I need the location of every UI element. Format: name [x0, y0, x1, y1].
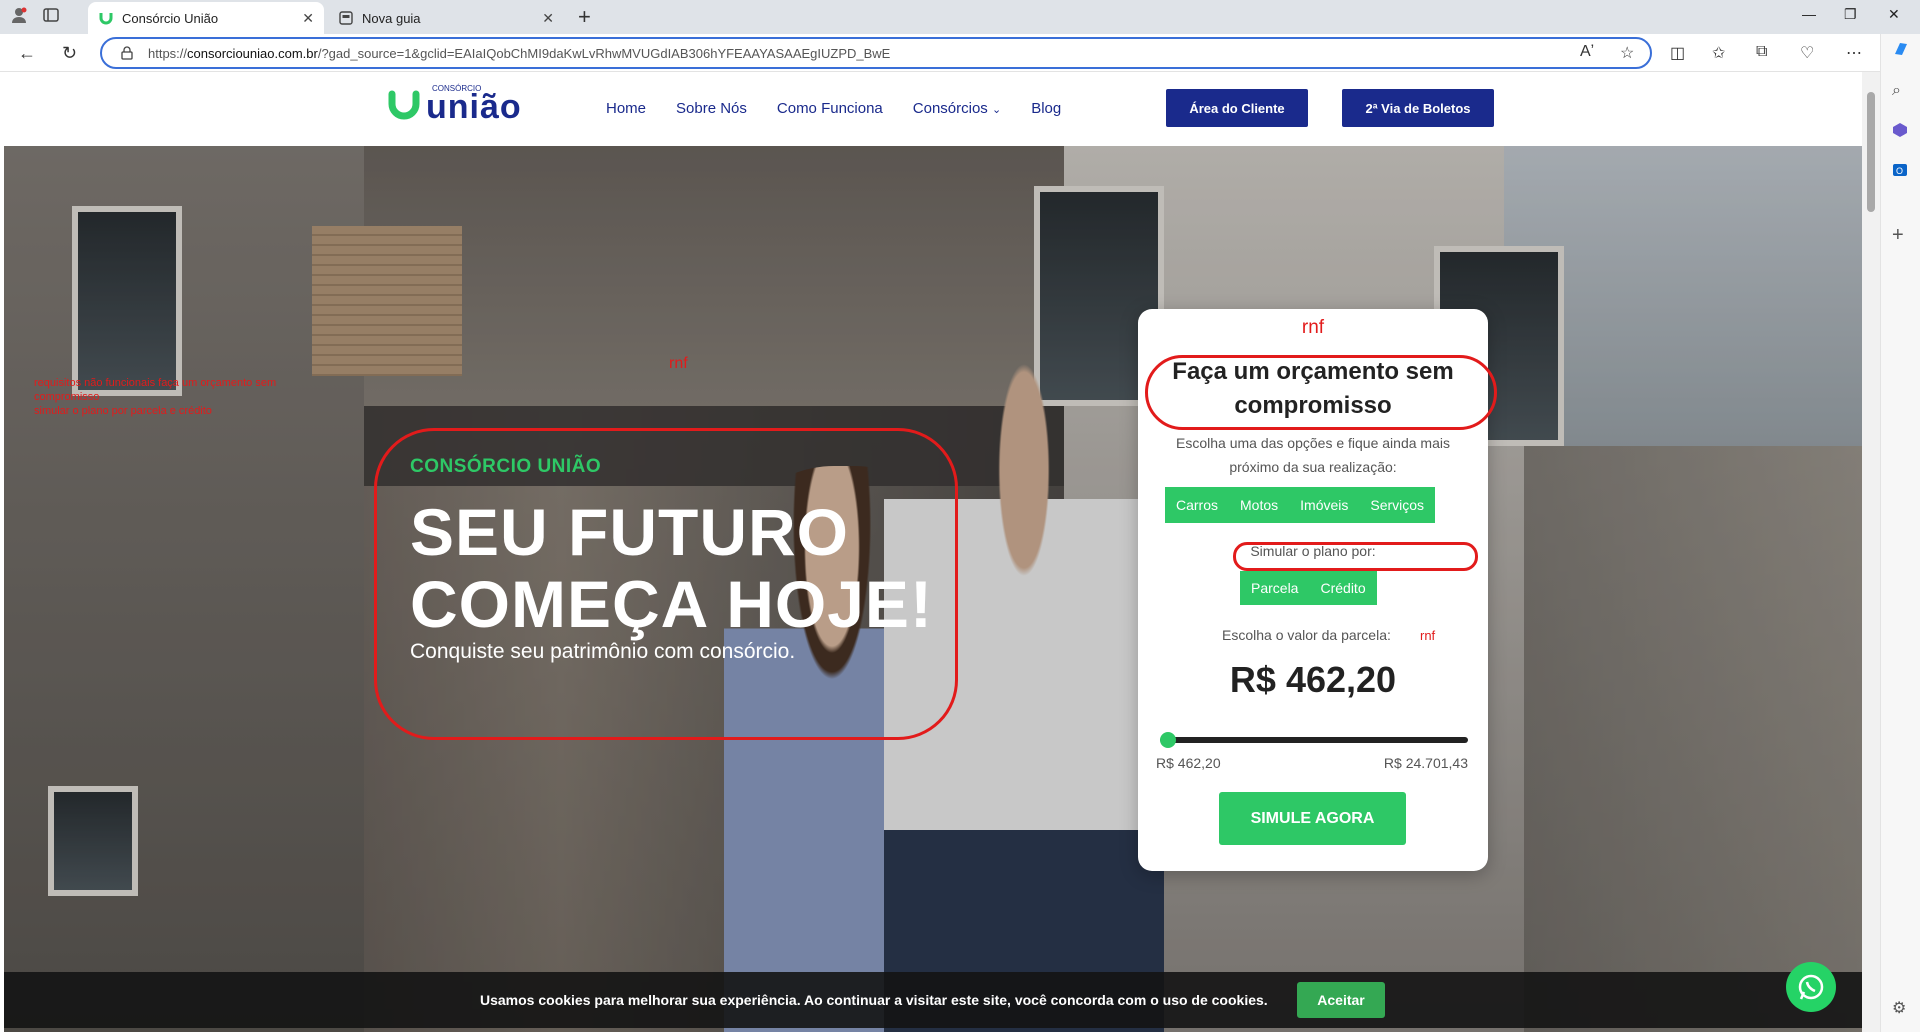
segunda-via-boletos-button[interactable]: 2ª Via de Boletos	[1342, 89, 1494, 127]
back-arrow-icon[interactable]: ←	[18, 43, 36, 64]
url-prefix: https://	[148, 45, 188, 61]
tab-bar-left-icons	[10, 6, 60, 29]
site-logo[interactable]: CONSÓRCIO união	[388, 84, 522, 126]
tab-carros[interactable]: Carros	[1165, 487, 1229, 523]
sidebar-settings-gear-icon[interactable]: ⚙	[1892, 998, 1906, 1018]
browser-tab-bar: Consórcio União ✕ Nova guia ✕ + — ❐ ✕	[0, 0, 1920, 34]
search-icon[interactable]: ⌕	[1892, 82, 1901, 100]
tab-parcela[interactable]: Parcela	[1240, 571, 1309, 605]
minimize-icon[interactable]: —	[1802, 6, 1816, 22]
url-path: /?gad_source=1&gclid=EAIaIQobChMI9daKwLv…	[317, 45, 891, 61]
simulate-by-tabs: Parcela Crédito	[1240, 571, 1377, 605]
annotation-note-line1: requisitos não funcionais faça um orçame…	[34, 377, 277, 403]
new-tab-page-icon	[338, 10, 354, 26]
slider-handle[interactable]	[1160, 732, 1176, 748]
tab-imoveis[interactable]: Imóveis	[1289, 487, 1359, 523]
page-scrollbar[interactable]	[1862, 72, 1880, 1032]
tab-nova-guia[interactable]: Nova guia ✕	[328, 2, 564, 34]
cookie-accept-button[interactable]: Aceitar	[1297, 982, 1385, 1018]
tab-consorcio-uniao[interactable]: Consórcio União ✕	[88, 2, 324, 34]
nav-consorcios[interactable]: Consórcios ⌄	[913, 100, 1001, 117]
nav-home[interactable]: Home	[606, 100, 646, 117]
url-domain: consorciouniao.com.br	[187, 45, 318, 61]
chevron-down-icon: ⌄	[991, 104, 1002, 116]
refresh-icon[interactable]: ↻	[62, 43, 77, 64]
read-aloud-icon[interactable]: Aʼ	[1580, 43, 1594, 61]
site-header: CONSÓRCIO união Home Sobre Nós Como Func…	[4, 72, 1862, 146]
logo-small-text: CONSÓRCIO	[432, 84, 482, 93]
close-tab-icon[interactable]: ✕	[542, 10, 554, 27]
cookie-message: Usamos cookies para melhorar sua experiê…	[480, 992, 1268, 1008]
svg-text:O: O	[1896, 166, 1903, 176]
copilot-icon[interactable]	[1892, 40, 1910, 63]
more-menu-icon[interactable]: ⋯	[1846, 43, 1862, 63]
installment-slider[interactable]	[1160, 732, 1468, 748]
annotation-note: requisitos não funcionais faça um orçame…	[34, 376, 334, 418]
profile-icon[interactable]	[10, 6, 28, 29]
new-tab-plus-icon[interactable]: +	[578, 4, 591, 30]
card-description: Escolha uma das opções e fique ainda mai…	[1176, 435, 1450, 475]
annotation-rnf-hero: rnf	[669, 355, 688, 372]
slider-max-label: R$ 24.701,43	[1383, 755, 1468, 771]
value-label: Escolha o valor da parcela:	[1222, 627, 1391, 643]
area-cliente-button[interactable]: Área do Cliente	[1166, 89, 1308, 127]
annotation-circle-simulate-by	[1233, 542, 1478, 571]
games-icon[interactable]	[1892, 122, 1908, 143]
outlook-icon[interactable]: O	[1892, 162, 1908, 183]
whatsapp-icon[interactable]	[1786, 962, 1836, 1012]
logo-word: união	[426, 88, 522, 126]
nav-blog[interactable]: Blog	[1031, 100, 1061, 117]
annotation-circle-hero	[374, 428, 958, 740]
simule-agora-button[interactable]: SIMULE AGORA	[1219, 792, 1406, 845]
slider-min-label: R$ 462,20	[1156, 755, 1221, 771]
address-bar[interactable]: https://consorciouniao.com.br/?gad_sourc…	[100, 37, 1652, 69]
nav-consorcios-label: Consórcios	[912, 100, 988, 117]
scrollbar-thumb[interactable]	[1867, 92, 1875, 212]
edge-sidebar: ⌕ O + ⚙	[1880, 34, 1920, 1032]
cookie-bar: Usamos cookies para melhorar sua experiê…	[4, 972, 1862, 1028]
close-tab-icon[interactable]: ✕	[302, 10, 314, 27]
tab-title: Consórcio União	[122, 10, 219, 26]
collections-icon[interactable]: ⧉	[1756, 43, 1767, 61]
annotation-rnf-card: rnf	[1301, 317, 1325, 338]
workspaces-icon[interactable]	[42, 6, 60, 29]
restore-icon[interactable]: ❐	[1844, 6, 1857, 23]
site-favicon-icon	[98, 10, 114, 26]
nav-sobre-nos[interactable]: Sobre Nós	[676, 100, 747, 117]
tab-credito[interactable]: Crédito	[1309, 571, 1376, 605]
browser-toolbar: ← ↻ https://consorciouniao.com.br/?gad_s…	[0, 34, 1920, 72]
category-tabs: Carros Motos Imóveis Serviços	[1165, 487, 1436, 523]
annotation-circle-card-title	[1145, 355, 1497, 430]
main-nav: Home Sobre Nós Como Funciona Consórcios …	[606, 100, 1061, 117]
annotation-rnf-value: rnf	[1420, 628, 1436, 643]
favorite-star-icon[interactable]: ☆	[1620, 43, 1634, 63]
split-screen-icon[interactable]: ◫	[1670, 43, 1685, 63]
nav-como-funciona[interactable]: Como Funciona	[777, 100, 883, 117]
favorites-icon[interactable]: ✩	[1712, 43, 1725, 63]
tab-servicos[interactable]: Serviços	[1359, 487, 1435, 523]
annotation-note-line2: simular o plano por parcela e crédito	[34, 405, 212, 417]
tab-motos[interactable]: Motos	[1229, 487, 1289, 523]
tab-title: Nova guia	[362, 10, 421, 26]
close-window-icon[interactable]: ✕	[1888, 6, 1900, 23]
add-sidebar-app-icon[interactable]: +	[1892, 224, 1904, 247]
logo-u-icon	[388, 90, 420, 123]
lock-icon	[120, 46, 134, 63]
installment-value: R$ 462,20	[1229, 659, 1397, 700]
browser-essentials-icon[interactable]: ♡	[1800, 43, 1814, 63]
